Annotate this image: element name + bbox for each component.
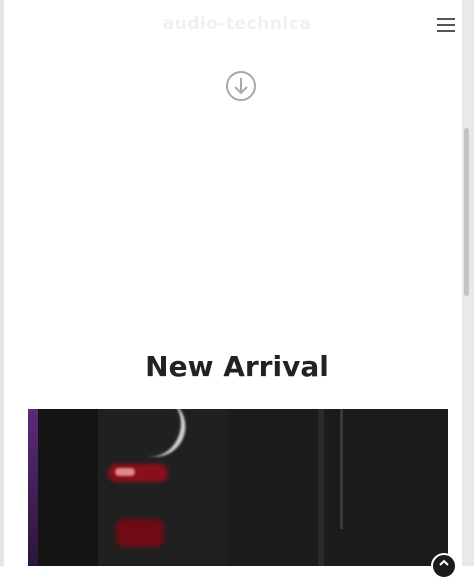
scrollbar-thumb[interactable]	[464, 128, 469, 296]
scroll-to-top-button[interactable]	[431, 553, 457, 579]
chevron-up-icon	[439, 559, 449, 566]
arrow-down-circle-icon[interactable]	[225, 70, 257, 102]
new-arrival-product-image[interactable]	[28, 409, 448, 566]
hamburger-menu-icon[interactable]	[437, 18, 455, 36]
new-arrival-title: New Arrival	[145, 350, 329, 383]
brand-logo[interactable]: audio-technica	[4, 14, 470, 34]
